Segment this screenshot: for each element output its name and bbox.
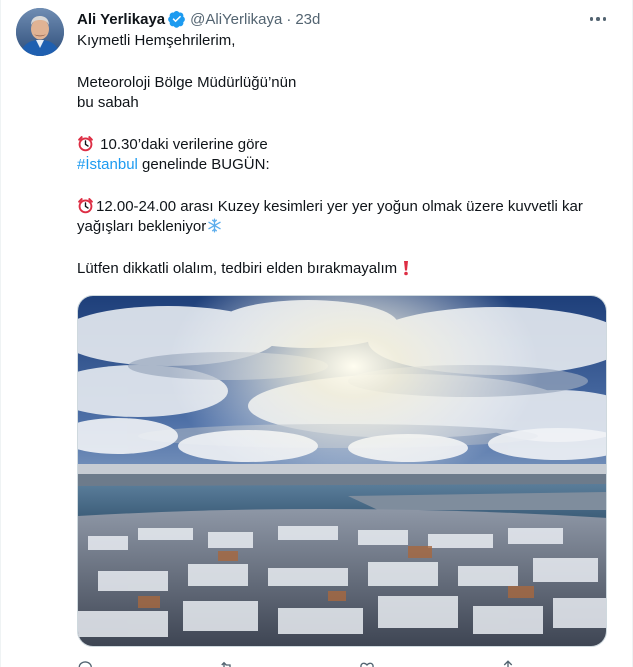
tweet-card[interactable]: Ali Yerlikaya @AliYerlikaya · 23d Kıymet… — [0, 0, 633, 667]
retweet-icon[interactable] — [218, 659, 236, 667]
more-options-icon[interactable] — [586, 9, 610, 29]
tweet-text: Kıymetli Hemşehrilerim, Meteoroloji Bölg… — [77, 31, 617, 279]
author-handle[interactable]: @AliYerlikaya — [190, 11, 282, 28]
tweet-line-text: Lütfen dikkatli olalım, tedbiri elden bı… — [77, 260, 398, 277]
alarm-clock-icon — [77, 135, 94, 152]
tweet-line: Meteoroloji Bölge Müdürlüğü’nün — [77, 74, 297, 91]
tweet-line-text: yağışları bekleniyor — [77, 218, 207, 235]
tweet-actions — [77, 659, 517, 667]
tweet-line: 12.00-24.00 arası Kuzey kesimleri yer ye… — [77, 197, 617, 217]
verified-badge-icon — [168, 10, 186, 28]
tweet-line: yağışları bekleniyor — [77, 217, 617, 237]
tweet-line: 10.30’daki verilerine göre — [77, 135, 617, 155]
reply-icon[interactable] — [77, 659, 95, 667]
tweet-timestamp[interactable]: 23d — [295, 11, 320, 28]
tweet-line: Kıymetli Hemşehrilerim, — [77, 32, 236, 49]
tweet-line-text: genelinde BUGÜN: — [137, 156, 270, 173]
share-icon[interactable] — [499, 659, 517, 667]
hashtag-link[interactable]: #İstanbul — [77, 156, 138, 173]
avatar[interactable] — [16, 8, 64, 56]
alarm-clock-icon — [77, 197, 94, 214]
tweet-photo[interactable] — [77, 295, 607, 647]
tweet-header: Ali Yerlikaya @AliYerlikaya · 23d — [77, 9, 320, 29]
tweet-line-text: 12.00-24.00 arası Kuzey kesimleri yer ye… — [96, 198, 583, 215]
tweet-line: bu sabah — [77, 94, 139, 111]
tweet-line: Lütfen dikkatli olalım, tedbiri elden bı… — [77, 259, 617, 279]
red-exclamation-icon — [401, 260, 411, 276]
like-icon[interactable] — [358, 659, 376, 667]
snowflake-icon — [207, 218, 222, 233]
header-separator: · — [286, 10, 292, 28]
tweet-line-text: 10.30’daki verilerine göre — [100, 136, 268, 153]
author-display-name[interactable]: Ali Yerlikaya — [77, 11, 165, 28]
tweet-line: #İstanbul genelinde BUGÜN: — [77, 155, 617, 175]
